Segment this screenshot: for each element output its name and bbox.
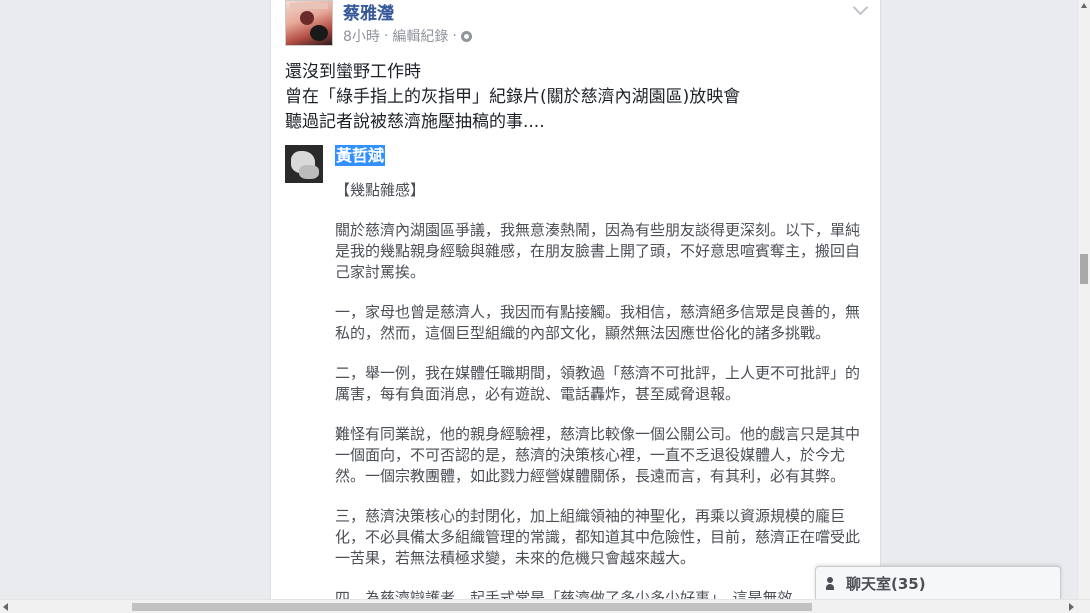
post-card: 蔡雅瀅 8小時 · 編輯紀錄 · 還沒到蠻野工作時 曾在「綠手指上的灰指甲」紀錄… xyxy=(270,0,881,600)
meta-separator-2: · xyxy=(452,28,457,44)
edit-history-link[interactable]: 編輯紀錄 xyxy=(392,26,448,46)
chat-label: 聊天室(35) xyxy=(846,575,926,593)
quote-avatar[interactable] xyxy=(285,145,323,183)
chevron-down-icon[interactable] xyxy=(852,0,869,16)
author-avatar[interactable] xyxy=(285,0,333,46)
vertical-scrollbar[interactable] xyxy=(1077,0,1090,600)
meta-separator: · xyxy=(383,28,389,44)
scroll-left-arrow-icon[interactable] xyxy=(3,603,8,611)
quote-author-name[interactable]: 黃哲斌 xyxy=(335,145,386,166)
post-text-line: 曾在「綠手指上的灰指甲」紀錄片(關於慈濟內湖園區)放映會 xyxy=(285,87,741,107)
scroll-right-arrow-icon[interactable] xyxy=(1069,603,1074,611)
quote-paragraph: 關於慈濟內湖園區爭議，我無意湊熱鬧，因為有些朋友談得更深刻。以下，單純是我的幾點… xyxy=(335,221,861,281)
post-meta: 8小時 · 編輯紀錄 · xyxy=(343,26,472,46)
post-text: 還沒到蠻野工作時 曾在「綠手指上的灰指甲」紀錄片(關於慈濟內湖園區)放映會 聽過… xyxy=(285,60,865,135)
chat-sidebar-button[interactable]: 聊天室(35) xyxy=(815,566,1061,600)
people-icon xyxy=(826,576,840,591)
globe-icon[interactable] xyxy=(460,30,472,42)
quote-paragraph: 三，慈濟決策核心的封閉化，加上組織領袖的神聖化，再乘以資源規模的龐巨化，不必具備… xyxy=(335,507,861,567)
quote-title: 【幾點雜感】 xyxy=(335,181,426,199)
quote-paragraph: 二，舉一例，我在媒體任職期間，領教過「慈濟不可批評，上人更不可批評」的厲害，每有… xyxy=(335,364,861,403)
scroll-up-arrow-icon[interactable] xyxy=(1081,3,1087,8)
post-text-line: 聽過記者說被慈濟施壓抽稿的事.... xyxy=(285,112,545,132)
quote-body: 【幾點雜感】 關於慈濟內湖園區爭議，我無意湊熱鬧，因為有些朋友談得更深刻。以下，… xyxy=(335,180,867,600)
horizontal-scroll-thumb[interactable] xyxy=(132,603,812,611)
horizontal-scrollbar[interactable] xyxy=(0,599,1090,613)
quote-paragraph: 一，家母也曾是慈濟人，我因而有點接觸。我相信，慈濟絕多信眾是良善的，無私的，然而… xyxy=(335,303,861,342)
author-name[interactable]: 蔡雅瀅 xyxy=(343,0,394,24)
post-time[interactable]: 8小時 xyxy=(343,26,380,46)
post-text-line: 還沒到蠻野工作時 xyxy=(285,62,421,82)
vertical-scroll-thumb[interactable] xyxy=(1080,254,1088,284)
quote-paragraph: 難怪有同業說，他的親身經驗裡，慈濟比較像一個公關公司。他的戲言只是其中一個面向，… xyxy=(335,425,861,485)
